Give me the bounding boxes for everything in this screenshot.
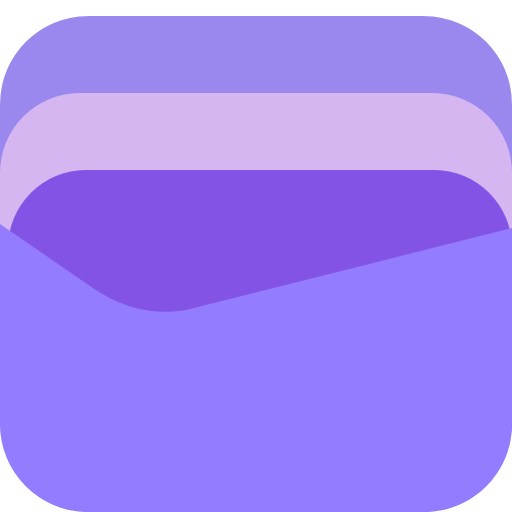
wallet-app-icon[interactable] xyxy=(0,0,512,512)
